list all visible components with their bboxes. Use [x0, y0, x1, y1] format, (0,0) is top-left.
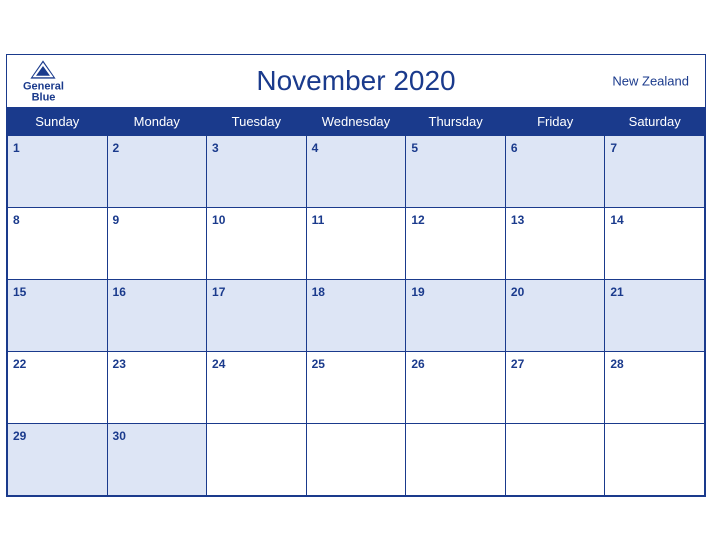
day-number: 26: [411, 357, 424, 371]
day-number: 30: [113, 429, 126, 443]
day-number: 9: [113, 213, 120, 227]
header-monday: Monday: [107, 107, 207, 135]
day-number: 1: [13, 141, 20, 155]
day-number: 28: [610, 357, 623, 371]
calendar-cell: 1: [8, 135, 108, 207]
calendar-cell: 20: [505, 279, 604, 351]
day-number: 5: [411, 141, 418, 155]
calendar-cell: 10: [207, 207, 307, 279]
day-number: 3: [212, 141, 219, 155]
month-title: November 2020: [256, 65, 455, 97]
day-number: 19: [411, 285, 424, 299]
calendar-cell: 12: [406, 207, 506, 279]
calendar-cell: 21: [605, 279, 705, 351]
calendar-cell: [505, 423, 604, 495]
day-number: 18: [312, 285, 325, 299]
calendar-cell: [406, 423, 506, 495]
calendar-cell: 17: [207, 279, 307, 351]
header-friday: Friday: [505, 107, 604, 135]
day-number: 4: [312, 141, 319, 155]
calendar-week-row: 8 9 10 11 12 13 14: [8, 207, 705, 279]
general-blue-logo-icon: [29, 58, 57, 80]
calendar-cell: 5: [406, 135, 506, 207]
calendar-cell: 6: [505, 135, 604, 207]
logo-blue-text: Blue: [32, 92, 56, 103]
day-number: 16: [113, 285, 126, 299]
day-number: 17: [212, 285, 225, 299]
calendar-cell: 30: [107, 423, 207, 495]
calendar-week-row: 1 2 3 4 5 6 7: [8, 135, 705, 207]
calendar-cell: 27: [505, 351, 604, 423]
day-number: 24: [212, 357, 225, 371]
header-tuesday: Tuesday: [207, 107, 307, 135]
day-number: 27: [511, 357, 524, 371]
day-number: 10: [212, 213, 225, 227]
day-number: 29: [13, 429, 26, 443]
day-number: 2: [113, 141, 120, 155]
calendar-cell: 3: [207, 135, 307, 207]
day-number: 22: [13, 357, 26, 371]
calendar-cell: 2: [107, 135, 207, 207]
calendar-cell: 13: [505, 207, 604, 279]
header-saturday: Saturday: [605, 107, 705, 135]
calendar-week-row: 22 23 24 25 26 27 28: [8, 351, 705, 423]
calendar-cell: 22: [8, 351, 108, 423]
calendar-cell: 7: [605, 135, 705, 207]
day-number: 11: [312, 213, 325, 227]
weekday-header-row: Sunday Monday Tuesday Wednesday Thursday…: [8, 107, 705, 135]
header-wednesday: Wednesday: [306, 107, 406, 135]
calendar-cell: 15: [8, 279, 108, 351]
calendar: General Blue November 2020 New Zealand S…: [6, 54, 706, 497]
day-number: 14: [610, 213, 623, 227]
calendar-cell: 11: [306, 207, 406, 279]
day-number: 25: [312, 357, 325, 371]
day-number: 12: [411, 213, 424, 227]
day-number: 23: [113, 357, 126, 371]
day-number: 15: [13, 285, 26, 299]
calendar-cell: 8: [8, 207, 108, 279]
country-label: New Zealand: [612, 73, 689, 88]
day-number: 13: [511, 213, 524, 227]
calendar-week-row: 15 16 17 18 19 20 21: [8, 279, 705, 351]
day-number: 21: [610, 285, 623, 299]
header-sunday: Sunday: [8, 107, 108, 135]
calendar-cell: [605, 423, 705, 495]
calendar-header: General Blue November 2020 New Zealand: [7, 55, 705, 107]
calendar-cell: 18: [306, 279, 406, 351]
day-number: 20: [511, 285, 524, 299]
calendar-cell: 25: [306, 351, 406, 423]
calendar-cell: 4: [306, 135, 406, 207]
day-number: 8: [13, 213, 20, 227]
calendar-cell: 14: [605, 207, 705, 279]
calendar-cell: 19: [406, 279, 506, 351]
calendar-cell: 24: [207, 351, 307, 423]
calendar-cell: [207, 423, 307, 495]
logo-area: General Blue: [23, 58, 64, 103]
day-number: 7: [610, 141, 617, 155]
calendar-cell: [306, 423, 406, 495]
header-thursday: Thursday: [406, 107, 506, 135]
calendar-cell: 9: [107, 207, 207, 279]
day-number: 6: [511, 141, 518, 155]
calendar-cell: 29: [8, 423, 108, 495]
calendar-cell: 26: [406, 351, 506, 423]
calendar-table: Sunday Monday Tuesday Wednesday Thursday…: [7, 107, 705, 496]
calendar-cell: 23: [107, 351, 207, 423]
calendar-week-row: 29 30: [8, 423, 705, 495]
calendar-cell: 28: [605, 351, 705, 423]
calendar-cell: 16: [107, 279, 207, 351]
